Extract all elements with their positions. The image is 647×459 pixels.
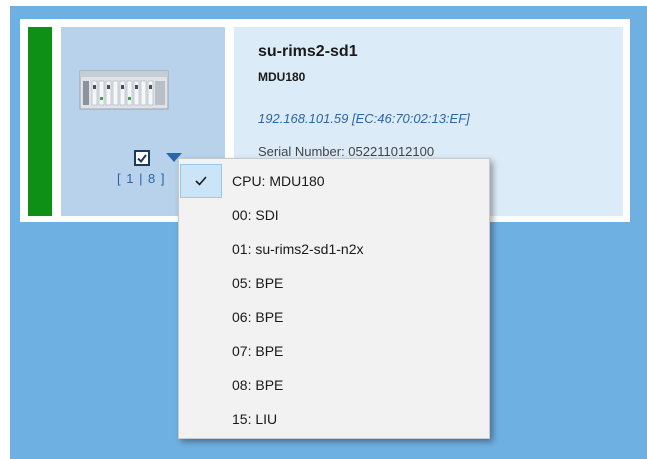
menu-item[interactable]: 08: BPE [180, 368, 488, 402]
checkbox-checked-icon [137, 153, 147, 163]
menu-item[interactable]: 00: SDI [180, 198, 488, 232]
slot-dropdown-menu[interactable]: CPU: MDU180 00: SDI 01: su-rims2-sd1-n2x… [178, 158, 490, 439]
status-indicator [28, 27, 52, 216]
checkmark-icon [180, 164, 222, 198]
slot-count: [ 1 | 8 ] [117, 171, 166, 186]
menu-item-label: 15: LIU [232, 411, 278, 427]
menu-item-label: 08: BPE [232, 377, 284, 393]
menu-item[interactable]: 01: su-rims2-sd1-n2x [180, 232, 488, 266]
menu-item[interactable]: 05: BPE [180, 266, 488, 300]
menu-item[interactable]: 15: LIU [180, 402, 488, 436]
menu-item[interactable]: CPU: MDU180 [180, 164, 488, 198]
menu-item-label: 00: SDI [232, 207, 279, 223]
menu-item[interactable]: 06: BPE [180, 300, 488, 334]
device-name: su-rims2-sd1 [258, 43, 358, 60]
menu-item-label: 01: su-rims2-sd1-n2x [232, 241, 364, 257]
serial-number: Serial Number: 052211012100 [258, 144, 435, 159]
menu-item-label: 07: BPE [232, 343, 284, 359]
device-address: 192.168.101.59 [EC:46:70:02:13:EF] [258, 111, 470, 126]
menu-item-label: CPU: MDU180 [232, 173, 325, 189]
device-select-checkbox[interactable] [134, 150, 150, 166]
menu-item[interactable]: 07: BPE [180, 334, 488, 368]
device-chassis-icon [79, 70, 169, 110]
device-model: MDU180 [258, 70, 306, 84]
menu-item-label: 05: BPE [232, 275, 284, 291]
menu-item-label: 06: BPE [232, 309, 284, 325]
